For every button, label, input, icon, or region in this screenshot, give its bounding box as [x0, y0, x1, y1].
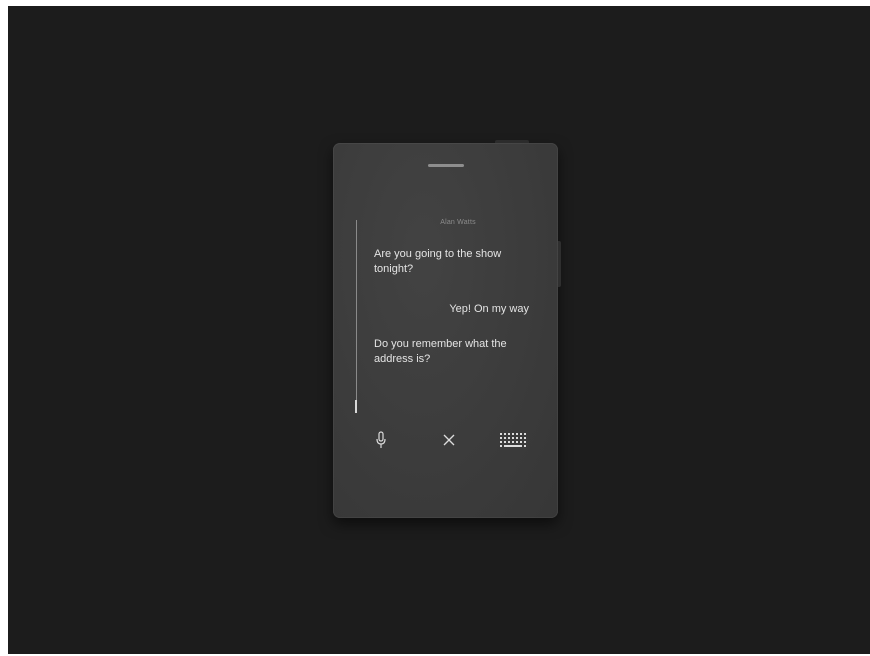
close-button[interactable]	[441, 429, 457, 451]
phone-device: Alan Watts Are you going to the show ton…	[333, 140, 561, 518]
voice-input-button[interactable]	[373, 429, 389, 451]
scroll-thumb[interactable]	[355, 400, 357, 413]
dark-backdrop: Alan Watts Are you going to the show ton…	[8, 6, 870, 654]
message-outgoing: Yep! On my way	[449, 303, 529, 315]
keyboard-icon	[500, 433, 526, 447]
scroll-track[interactable]	[356, 220, 357, 410]
contact-name: Alan Watts	[440, 219, 476, 226]
volume-button[interactable]	[558, 241, 561, 287]
message-incoming: Are you going to the show tonight?	[374, 248, 502, 275]
message-controls	[373, 429, 529, 455]
keyboard-button[interactable]	[498, 429, 528, 451]
earpiece-speaker	[428, 164, 464, 167]
power-button[interactable]	[495, 140, 529, 143]
close-icon	[443, 434, 455, 446]
microphone-icon	[376, 431, 386, 448]
message-incoming: Do you remember what the address is?	[374, 338, 507, 365]
